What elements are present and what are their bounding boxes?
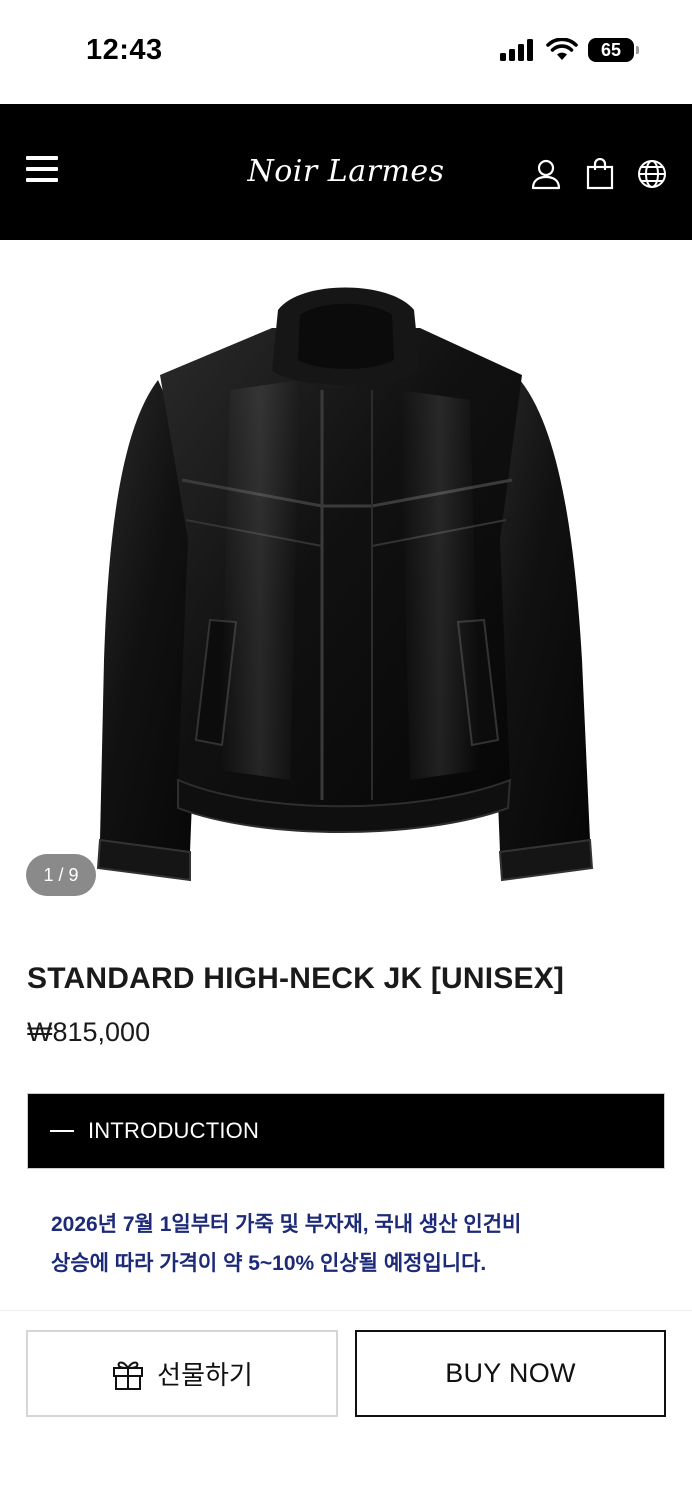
account-icon[interactable] (530, 158, 562, 190)
wifi-icon (546, 38, 578, 60)
buy-now-label: BUY NOW (445, 1358, 576, 1388)
price-notice: 2026년 7월 1일부터 가죽 및 부자재, 국내 생산 인건비 상승에 따라… (51, 1205, 651, 1283)
price-notice-line-1: 2026년 7월 1일부터 가죽 및 부자재, 국내 생산 인건비 (51, 1213, 522, 1236)
image-counter: 1 / 9 (26, 854, 96, 896)
product-gallery[interactable]: 1 / 9 (0, 240, 692, 920)
status-bar: 12:43 65 (0, 0, 692, 104)
collapse-dash-icon (50, 1130, 74, 1132)
gift-icon (113, 1361, 144, 1390)
product-image-leather-jacket (96, 287, 594, 882)
introduction-label: INTRODUCTION (88, 1118, 260, 1143)
shopping-bag-icon[interactable] (584, 158, 616, 190)
globe-icon[interactable] (636, 158, 668, 190)
site-header: Noir Larmes (0, 104, 692, 240)
cellular-signal-icon (500, 39, 533, 61)
product-title: STANDARD HIGH-NECK JK [UNISEX] (27, 962, 565, 995)
bottom-action-bar: 선물하기 BUY NOW (0, 1310, 692, 1500)
battery-indicator: 65 (588, 38, 639, 62)
status-time: 12:43 (86, 34, 163, 66)
price-notice-line-2: 상승에 따라 가격이 약 5~10% 인상될 예정입니다. (51, 1252, 487, 1275)
buy-now-button[interactable]: BUY NOW (355, 1330, 666, 1417)
gift-button[interactable]: 선물하기 (26, 1330, 338, 1417)
status-icons: 65 (500, 38, 639, 62)
product-price: ₩815,000 (27, 1017, 151, 1047)
introduction-toggle[interactable]: INTRODUCTION (27, 1093, 665, 1169)
gift-button-label: 선물하기 (157, 1360, 253, 1390)
